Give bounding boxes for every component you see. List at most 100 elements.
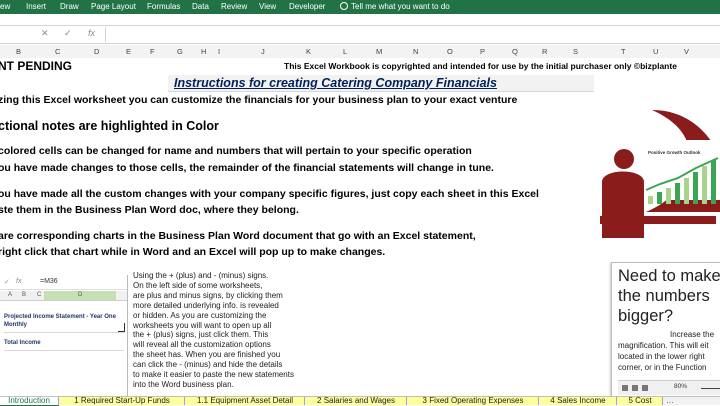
column-header[interactable]: F (150, 47, 155, 56)
ribbon-tab-developer[interactable]: Developer (289, 2, 325, 11)
mini-check-icon: ✓ (4, 279, 10, 286)
ribbon-tab-page-layout[interactable]: Page Layout (91, 2, 136, 11)
zoom-percent: 80% (674, 383, 688, 390)
column-header[interactable]: U (653, 47, 658, 56)
logo-person-body (602, 171, 644, 238)
column-header[interactable]: B (16, 47, 21, 56)
mini-cell-ref: =M36 (40, 278, 58, 285)
help-line: Using the + (plus) and - (minus) signs. (133, 271, 269, 280)
column-header[interactable]: G (177, 47, 183, 56)
logo-bar (693, 172, 698, 204)
logo-bar (711, 160, 716, 204)
column-header[interactable]: M (376, 47, 382, 56)
fx-icon[interactable]: fx (88, 28, 95, 38)
logo-bar (657, 192, 662, 204)
column-header[interactable]: Q (512, 47, 518, 56)
zoom-tip-line: magnification. This will eit (618, 341, 709, 350)
help-line: into the Word business plan. (133, 379, 234, 389)
mini-col: C (37, 292, 42, 298)
logo-person-head (614, 149, 634, 169)
growth-logo: Positive Growth Outlook (600, 110, 720, 238)
instruction-line[interactable]: are corresponding charts in the Business… (0, 230, 476, 242)
outline-help-text[interactable]: Using the + (plus) and - (minus) signs. … (133, 271, 294, 390)
help-line: will reveal all the customization option… (133, 340, 271, 350)
zoom-slider (701, 388, 720, 389)
mini-col: B (22, 292, 27, 298)
column-header[interactable]: R (542, 47, 547, 56)
column-header[interactable]: C (55, 47, 60, 56)
instruction-line[interactable]: ste them in the Business Plan Word doc, … (0, 204, 299, 216)
column-header[interactable]: O (447, 47, 453, 56)
help-line: On the left side of some worksheets, (133, 280, 263, 290)
lightbulb-icon (340, 2, 348, 10)
mini-col: D (78, 292, 83, 298)
help-line: worksheets you will want to open up all (133, 320, 272, 330)
ribbon-tabs: ew Insert Draw Page Layout Formulas Data… (0, 0, 720, 14)
zoom-tip-title-line: bigger? (618, 307, 674, 325)
column-header[interactable]: P (480, 47, 485, 56)
help-line: to make it easier to paste the new state… (133, 370, 294, 380)
example-screenshot: ✓ fx =M36 A B C D Projected Income State… (0, 275, 128, 396)
mini-column-headers: A B C D (0, 291, 127, 301)
tell-me-label: Tell me what you want to do (351, 2, 450, 11)
ribbon-tab-formulas[interactable]: Formulas (147, 2, 180, 11)
column-header[interactable]: I (218, 47, 220, 56)
instructions-title[interactable]: Instructions for creating Catering Compa… (174, 76, 497, 90)
copyright-notice[interactable]: This Excel Workbook is copyrighted and i… (284, 61, 677, 71)
help-line: the + (plus) signs, just click them. Thi… (133, 330, 269, 340)
zoom-tip-title-line: the numbers (618, 287, 710, 305)
logo-bar (684, 178, 689, 204)
column-header[interactable]: H (201, 47, 206, 56)
help-line: are plus and minus signs, by clicking th… (133, 290, 283, 300)
zoom-tip-title: Need to make the numbers bigger? (618, 266, 720, 326)
normal-view-icon (622, 385, 628, 391)
instruction-line[interactable]: ou have made all the custom changes with… (0, 188, 539, 200)
tell-me-search[interactable]: Tell me what you want to do (340, 2, 450, 11)
logo-bar (648, 196, 653, 204)
ribbon-tab-insert[interactable]: Insert (26, 2, 46, 11)
column-header[interactable]: T (621, 47, 626, 56)
column-header[interactable]: V (684, 47, 689, 56)
ribbon-tab-view-partial[interactable]: ew (0, 2, 10, 11)
zoom-status-bar: 80% (618, 380, 720, 395)
zoom-tip-box[interactable]: Need to make the numbers bigger? Increas… (611, 262, 720, 396)
page-layout-icon (632, 385, 638, 391)
mini-fx-icon: fx (16, 278, 22, 285)
formula-input[interactable] (105, 27, 720, 42)
zoom-tip-line: Increase the (670, 330, 715, 339)
enter-icon[interactable]: ✓ (64, 28, 72, 39)
page-break-icon (642, 385, 648, 391)
column-header[interactable]: D (94, 47, 99, 56)
instruction-line[interactable]: colored cells can be changed for name an… (0, 145, 472, 157)
status-text[interactable]: NT PENDING (0, 59, 72, 73)
column-header[interactable]: K (306, 47, 311, 56)
mini-row-title: Projected Income Statement - Year One (4, 314, 116, 320)
worksheet-grid[interactable]: NT PENDING This Excel Workbook is copyri… (0, 58, 720, 396)
outline-bracket (118, 323, 125, 332)
instruction-line[interactable]: right click that chart while in Word and… (0, 246, 385, 258)
column-header[interactable]: N (413, 47, 418, 56)
help-line: or hidden. As you are customizing the (133, 310, 267, 320)
instruction-heading[interactable]: ctional notes are highlighted in Color (0, 119, 219, 133)
zoom-tip-line: corner, or in the Function (618, 363, 707, 372)
column-header[interactable]: S (573, 47, 578, 56)
logo-bar (675, 183, 680, 204)
column-header[interactable]: J (261, 47, 265, 56)
instruction-line[interactable]: ou have made changes to those cells, the… (0, 162, 494, 174)
column-headers: B C D E F G H I J K L M N O P Q R S T U … (0, 45, 720, 59)
sheet-tab-introduction[interactable]: Introduction (0, 397, 59, 406)
instruction-line[interactable]: zing this Excel worksheet you can custom… (0, 94, 517, 106)
ribbon-tab-draw[interactable]: Draw (60, 2, 79, 11)
cancel-icon[interactable]: ✕ (41, 28, 49, 39)
ribbon-tab-data[interactable]: Data (192, 2, 209, 11)
ribbon-tab-view[interactable]: View (259, 2, 276, 11)
mini-row-total: Total Income (4, 340, 41, 346)
zoom-tip-title-line: Need to make (618, 267, 720, 285)
zoom-tip-body: Increase the magnification. This will ei… (618, 329, 714, 373)
help-line: the sheet has. When you are finished you (133, 350, 281, 360)
help-line: can click the - (minus) and hide the det… (133, 360, 283, 370)
ribbon-tab-review[interactable]: Review (221, 2, 247, 11)
mini-col: A (8, 292, 13, 298)
column-header[interactable]: E (126, 47, 131, 56)
column-header[interactable]: L (343, 47, 347, 56)
